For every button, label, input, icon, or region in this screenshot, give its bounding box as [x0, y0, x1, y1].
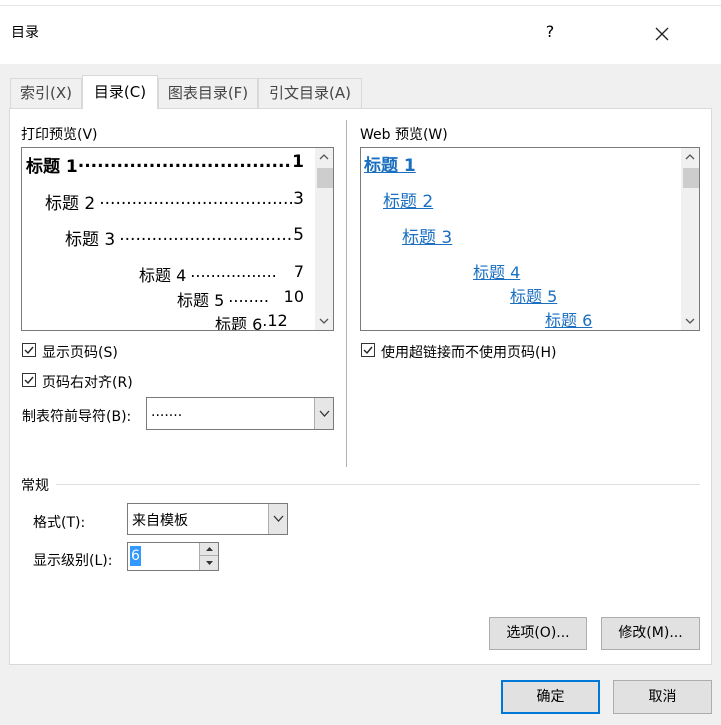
show-page-numbers-label[interactable]: 显示页码(S) — [42, 342, 118, 362]
print-line-1-page: 1 — [292, 152, 304, 172]
tab-authorities-label: 引文目录(A) — [269, 84, 351, 102]
tab-leader-value: ....... — [151, 404, 183, 420]
print-preview-label: 打印预览(V) — [21, 127, 98, 143]
check-icon — [24, 346, 34, 355]
chevron-down-icon — [319, 410, 330, 417]
tab-table-of-authorities[interactable]: 引文目录(A) — [258, 78, 362, 108]
print-preview-line-2: 标题 2 ...................................… — [45, 189, 304, 214]
print-line-6-text: 标题 6 — [215, 315, 263, 331]
cancel-button[interactable]: 取消 — [613, 680, 712, 714]
print-preview-line-5: 标题 5 ........ 10 — [177, 287, 304, 311]
format-label: 格式(T): — [33, 515, 86, 531]
use-hyperlinks-label[interactable]: 使用超链接而不使用页码(H) — [381, 342, 556, 362]
check-icon — [363, 346, 373, 355]
column-divider — [346, 120, 347, 467]
format-dropdown[interactable] — [268, 504, 287, 534]
print-line-3-text: 标题 3 — [65, 230, 116, 250]
show-page-numbers-checkbox[interactable] — [22, 343, 36, 357]
tab-index-label: 索引(X) — [20, 84, 72, 102]
print-line-4-text: 标题 4 — [139, 266, 187, 285]
web-preview-link-2[interactable]: 标题 2 — [383, 187, 433, 212]
tab-toc[interactable]: 目录(C) — [82, 75, 158, 109]
arrow-up-icon — [206, 547, 213, 551]
print-line-4-page: 7 — [293, 262, 304, 281]
print-line-1-leader: ........................................ — [77, 152, 292, 172]
use-hyperlinks-checkbox[interactable] — [361, 343, 375, 357]
general-section-divider — [56, 484, 700, 485]
print-line-3-page: 5 — [293, 225, 304, 245]
web-preview-link-1[interactable]: 标题 1 — [364, 151, 416, 176]
tab-toc-label: 目录(C) — [93, 83, 147, 101]
print-preview-line-4: 标题 4 ................. 7 — [139, 262, 304, 286]
print-line-5-leader: ........ — [228, 287, 269, 306]
check-icon — [24, 376, 34, 385]
web-preview-link-4[interactable]: 标题 4 — [473, 259, 520, 283]
ok-button[interactable]: 确定 — [501, 680, 600, 714]
print-preview-line-6: 标题 6 . 12 — [215, 311, 304, 331]
tab-figures-label: 图表目录(F) — [167, 84, 249, 102]
print-line-3-leader: .................................. — [119, 225, 294, 245]
tab-leader-select[interactable]: ....... — [146, 397, 334, 430]
general-section-label: 常规 — [21, 478, 49, 494]
format-select[interactable]: 来自模板 — [127, 503, 288, 535]
modify-button[interactable]: 修改(M)... — [601, 617, 700, 650]
right-align-checkbox[interactable] — [22, 373, 36, 387]
print-line-2-page: 3 — [293, 189, 304, 209]
levels-label: 显示级别(L): — [33, 553, 113, 569]
scroll-down-icon[interactable] — [315, 312, 333, 330]
print-line-5-page: 10 — [283, 287, 304, 306]
web-preview-label: Web 预览(W) — [360, 127, 448, 143]
print-preview-scrollbar[interactable] — [315, 148, 333, 330]
levels-spinner[interactable]: 6 — [127, 542, 219, 571]
arrow-down-icon — [206, 561, 213, 565]
scroll-up-icon[interactable] — [681, 148, 699, 166]
print-line-6-page: 12 — [267, 311, 288, 330]
tab-leader-dropdown[interactable] — [314, 398, 333, 429]
chevron-down-icon — [273, 515, 284, 522]
web-preview-link-5[interactable]: 标题 5 — [510, 283, 557, 307]
print-line-1-text: 标题 1 — [26, 157, 78, 177]
levels-up-button[interactable] — [199, 543, 218, 556]
format-value: 来自模板 — [132, 513, 188, 529]
print-line-5-text: 标题 5 — [177, 291, 225, 310]
scroll-up-icon[interactable] — [315, 148, 333, 166]
close-icon — [655, 27, 669, 41]
print-line-2-text: 标题 2 — [45, 194, 96, 214]
levels-value[interactable]: 6 — [130, 546, 141, 566]
tab-index[interactable]: 索引(X) — [10, 78, 82, 108]
levels-down-button[interactable] — [199, 556, 218, 570]
title-bar — [0, 6, 721, 64]
dialog-title: 目录 — [11, 25, 39, 41]
close-button[interactable] — [648, 20, 676, 48]
print-preview-line-3: 标题 3 .................................. … — [65, 225, 304, 250]
web-preview-link-3[interactable]: 标题 3 — [402, 223, 452, 248]
web-preview-link-6[interactable]: 标题 6 — [545, 307, 592, 330]
web-preview-scroll-thumb[interactable] — [683, 168, 699, 188]
print-preview-box: 标题 1 ...................................… — [21, 147, 334, 331]
web-preview-scrollbar[interactable] — [681, 148, 699, 330]
tab-leader-label: 制表符前导符(B): — [22, 409, 132, 425]
help-button[interactable]: ? — [538, 22, 562, 41]
print-line-2-leader: .................................... — [99, 189, 294, 209]
right-align-label[interactable]: 页码右对齐(R) — [42, 372, 133, 392]
print-line-4-leader: ................. — [190, 262, 277, 281]
tab-table-of-figures[interactable]: 图表目录(F) — [158, 78, 258, 108]
web-preview-box: 标题 1 标题 2 标题 3 标题 4 标题 5 标题 6 — [360, 147, 700, 331]
print-preview-line-1: 标题 1 ...................................… — [26, 152, 304, 177]
options-button[interactable]: 选项(O)... — [489, 617, 587, 650]
print-preview-scroll-thumb[interactable] — [317, 168, 333, 188]
scroll-down-icon[interactable] — [681, 312, 699, 330]
